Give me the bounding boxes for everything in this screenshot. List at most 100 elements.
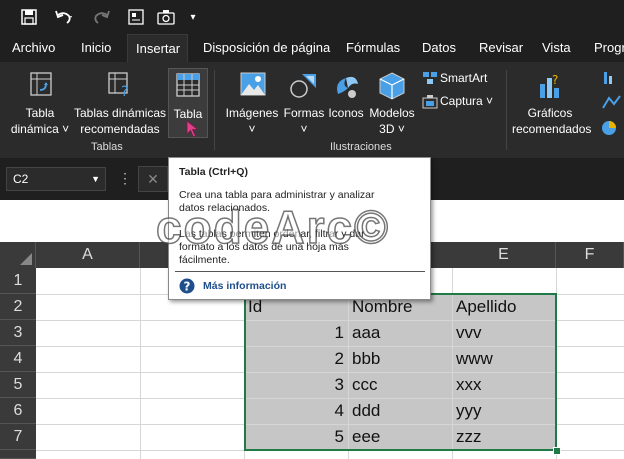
tab-archivo[interactable]: Archivo [12,34,55,62]
svg-text:?: ? [552,73,558,87]
recommended-charts-button[interactable]: ? Gráficos recomendados [512,70,592,140]
more-options-icon[interactable]: ⋮ [118,170,132,187]
fill-handle[interactable] [553,447,561,455]
3d-models-button[interactable]: Modelos 3D ˅ [366,70,418,140]
watermark: codeArc© [155,200,390,254]
cell-c7[interactable]: 5 [244,424,344,450]
name-box[interactable]: C2 ▼ [6,167,106,191]
tooltip-line-5: fácilmente. [179,254,230,266]
tab-inicio[interactable]: Inicio [81,34,111,62]
mouse-cursor-icon [186,120,199,138]
cell-d3[interactable]: aaa [352,320,380,346]
ribbon-tabs: Archivo Inicio Insertar Disposición de p… [0,34,624,62]
smartart-button[interactable]: SmartArt [420,70,500,88]
undo-icon[interactable] [50,6,78,28]
icons-icon [337,76,358,98]
svg-text:?: ? [184,280,191,294]
cell-e2[interactable]: Apellido [456,294,517,320]
cell-c6[interactable]: 4 [244,398,344,424]
form-icon[interactable] [126,6,146,28]
cell-e4[interactable]: www [456,346,493,372]
row-header-4[interactable]: 4 [0,346,36,372]
grid-line [140,268,141,459]
recommended-pivot-button[interactable]: ? Tablas dinámicas recomendadas [74,70,166,140]
screenshot-icon [422,95,438,109]
cell-d6[interactable]: ddd [352,398,380,424]
icons-button[interactable]: Iconos [326,70,366,140]
table-icon [176,73,200,97]
cell-e6[interactable]: yyy [456,398,482,424]
recommended-charts-label-1: Gráficos [527,106,573,120]
select-all-corner[interactable] [0,242,36,268]
row-header-7[interactable]: 7 [0,424,36,450]
name-box-value: C2 [13,172,29,186]
pivot-table-button[interactable]: Tabla dinámica ˅ [6,70,74,140]
row-header-8[interactable] [0,450,36,459]
group-tablas-label: Tablas [91,141,123,153]
group-separator [506,70,507,150]
smartart-icon [423,72,437,84]
group-separator [214,70,215,150]
shapes-dropdown-icon: ˅ [300,122,308,136]
cell-d4[interactable]: bbb [352,346,380,372]
3d-models-label: Modelos [369,106,415,120]
cell-c5[interactable]: 3 [244,372,344,398]
column-header-a[interactable]: A [36,242,140,268]
shapes-label: Formas [283,106,325,120]
svg-text:?: ? [121,84,128,98]
cell-c3[interactable]: 1 [244,320,344,346]
recommended-charts-icon: ? [540,73,559,98]
save-icon[interactable] [18,6,40,28]
pivot-table-label-1: Tabla [25,106,55,120]
recommended-pivot-label-1: Tablas dinámicas [74,106,167,120]
recommended-pivot-label-2: recomendadas [80,122,160,136]
help-icon: ? [179,278,195,294]
tooltip-title: Tabla (Ctrl+Q) [179,166,248,178]
tab-disposicion[interactable]: Disposición de página [203,34,330,62]
tab-revisar[interactable]: Revisar [479,34,523,62]
column-header-f[interactable]: F [556,242,624,268]
name-box-dropdown-icon[interactable]: ▼ [91,168,100,190]
cell-c4[interactable]: 2 [244,346,344,372]
tab-insertar[interactable]: Insertar [127,34,188,62]
cell-e3[interactable]: vvv [456,320,482,346]
screenshot-label: Captura ˅ [440,94,494,108]
pivot-table-icon [30,72,52,96]
row-header-3[interactable]: 3 [0,320,36,346]
ribbon: Tabla dinámica ˅ ? Tablas dinámicas reco… [0,62,624,158]
tab-vista[interactable]: Vista [542,34,571,62]
customize-quick-access-icon[interactable]: ▾ [186,6,200,28]
camera-icon[interactable] [156,6,176,28]
column-header-e[interactable]: E [452,242,556,268]
shapes-icon [290,74,316,98]
cell-e7[interactable]: zzz [456,424,482,450]
tab-formulas[interactable]: Fórmulas [346,34,400,62]
group-ilustraciones-label: Ilustraciones [330,141,392,153]
more-info-link[interactable]: Más información [203,280,286,293]
row-header-5[interactable]: 5 [0,372,36,398]
cell-e5[interactable]: xxx [456,372,482,398]
images-button[interactable]: Imágenes ˅ [222,70,282,140]
row-header-1[interactable]: 1 [0,268,36,294]
row-header-6[interactable]: 6 [0,398,36,424]
cube-icon [379,72,405,100]
image-icon [240,72,266,96]
redo-icon[interactable] [88,6,114,28]
screenshot-button[interactable]: Captura ˅ [420,93,504,111]
row-header-2[interactable]: 2 [0,294,36,320]
cancel-formula-icon[interactable]: ✕ [138,166,168,192]
cell-d5[interactable]: ccc [352,372,378,398]
shapes-button[interactable]: Formas ˅ [282,70,326,140]
cell-d7[interactable]: eee [352,424,380,450]
tab-datos[interactable]: Datos [422,34,456,62]
tab-programador[interactable]: Progr [594,34,624,62]
recommended-charts-label-2: recomendados [512,122,592,136]
images-label: Imágenes [225,106,279,120]
3d-models-label-2: 3D ˅ [379,122,405,136]
charts-icons-partial[interactable] [600,70,622,140]
images-dropdown-icon: ˅ [248,122,256,136]
tooltip-divider [175,271,425,272]
recommended-pivot-icon: ? [108,72,128,98]
pivot-table-label-2: dinámica ˅ [10,122,70,136]
smartart-label: SmartArt [440,71,488,85]
